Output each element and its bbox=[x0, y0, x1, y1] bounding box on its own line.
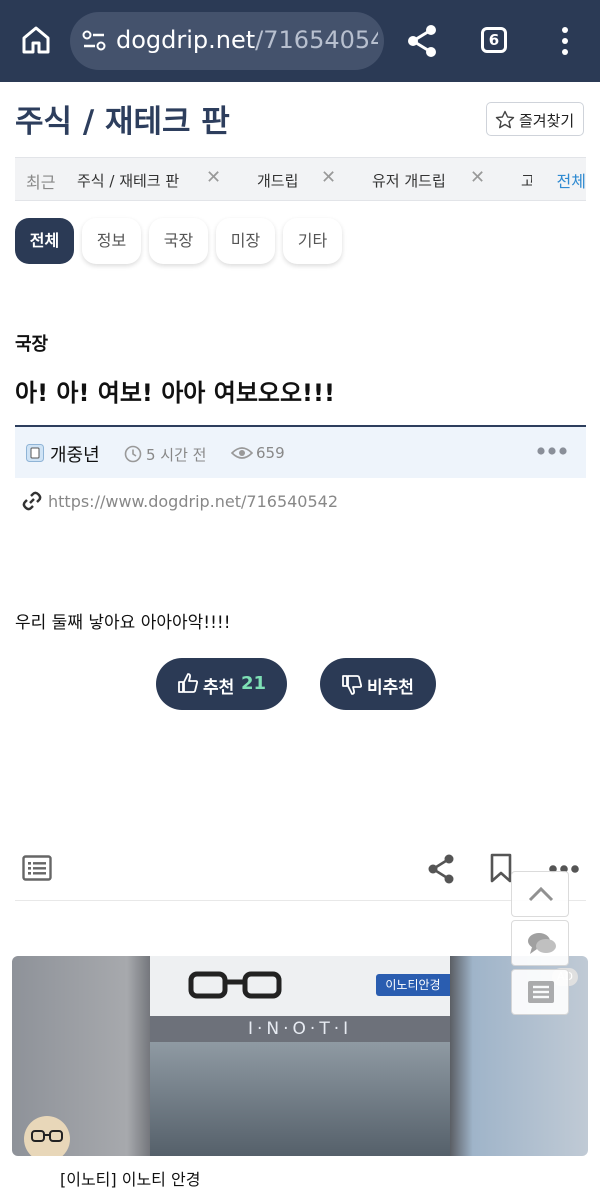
downvote-button[interactable]: 비추천 bbox=[320, 658, 436, 710]
upvote-count: 21 bbox=[241, 673, 267, 694]
close-icon[interactable]: ✕ bbox=[470, 167, 485, 188]
url-host: dogdrip.net bbox=[116, 26, 256, 54]
share-icon[interactable] bbox=[427, 854, 455, 884]
ad-caption[interactable]: [이노티] 이노티 안경 bbox=[60, 1166, 200, 1190]
link-icon bbox=[22, 491, 42, 511]
tune-icon[interactable] bbox=[82, 30, 106, 52]
close-icon[interactable]: ✕ bbox=[206, 167, 221, 188]
thumbs-up-icon bbox=[178, 673, 198, 693]
eye-icon bbox=[231, 447, 253, 459]
list-button[interactable] bbox=[511, 969, 569, 1015]
clock-icon bbox=[124, 445, 142, 463]
comments-button[interactable] bbox=[511, 920, 569, 966]
post-category[interactable]: 국장 bbox=[15, 330, 48, 356]
view-count: 659 bbox=[256, 444, 285, 462]
permalink-url[interactable]: https://www.dogdrip.net/716540542 bbox=[48, 492, 338, 511]
url-path: /71654054 bbox=[255, 26, 378, 54]
tab-info[interactable]: 정보 bbox=[82, 218, 141, 264]
share-icon[interactable] bbox=[406, 24, 438, 58]
recent-all-link[interactable]: 전체 bbox=[532, 168, 586, 192]
more-icon[interactable] bbox=[537, 445, 567, 457]
tab-etc[interactable]: 기타 bbox=[283, 218, 342, 264]
chevron-up-icon bbox=[528, 886, 554, 902]
tab-all[interactable]: 전체 bbox=[15, 218, 74, 264]
recent-item[interactable]: 개드립 bbox=[257, 170, 298, 191]
glasses-icon bbox=[31, 1130, 63, 1142]
recent-boards-bar: 최근 주식 / 재테크 판 ✕ 개드립 ✕ 유저 개드립 ✕ 고 전체 bbox=[15, 157, 586, 201]
post-meta: 개중년 5 시간 전 659 bbox=[15, 425, 586, 478]
star-icon bbox=[495, 110, 515, 129]
favorite-label: 즐겨찾기 bbox=[519, 112, 575, 130]
ad-brand: I·N·O·T·I bbox=[248, 1019, 353, 1039]
close-icon[interactable]: ✕ bbox=[321, 167, 336, 188]
tabs-icon[interactable]: 6 bbox=[481, 27, 507, 53]
upvote-label: 추천 bbox=[203, 678, 235, 698]
post-time: 5 시간 전 bbox=[146, 446, 207, 464]
bookmark-icon[interactable] bbox=[490, 853, 512, 883]
url-text[interactable]: dogdrip.net/71654054 bbox=[116, 26, 378, 54]
downvote-label: 비추천 bbox=[367, 678, 414, 698]
browser-toolbar: dogdrip.net/71654054 6 bbox=[0, 0, 600, 82]
tab-us[interactable]: 미장 bbox=[216, 218, 275, 264]
comments-icon bbox=[528, 933, 556, 954]
post-body: 우리 둘째 낳아요 아아아악!!!! bbox=[15, 613, 231, 633]
scroll-top-button[interactable] bbox=[511, 871, 569, 917]
post-actions-bar bbox=[15, 850, 586, 901]
home-icon[interactable] bbox=[20, 24, 52, 56]
ad-image: 이노티안경 I·N·O·T·I bbox=[150, 956, 450, 1156]
ad-banner[interactable]: 이노티안경 I·N·O·T·I bbox=[12, 956, 588, 1156]
avatar[interactable] bbox=[26, 444, 44, 462]
ad-sign: 이노티안경 bbox=[150, 956, 450, 1016]
glasses-logo-icon bbox=[188, 971, 282, 999]
address-bar[interactable]: dogdrip.net/71654054 bbox=[70, 12, 384, 70]
recent-item[interactable]: 유저 개드립 bbox=[372, 170, 446, 191]
ad-sign-text: 이노티안경 bbox=[376, 974, 450, 996]
menu-icon[interactable] bbox=[555, 26, 575, 56]
thumbs-down-icon bbox=[342, 675, 362, 695]
post-title: 아! 아! 여보! 아아 여보오오!!! bbox=[15, 379, 335, 407]
list-icon[interactable] bbox=[22, 855, 52, 881]
list-icon bbox=[528, 981, 554, 1003]
tab-domestic[interactable]: 국장 bbox=[149, 218, 208, 264]
favorite-button[interactable]: 즐겨찾기 bbox=[486, 102, 584, 136]
ad-logo bbox=[24, 1116, 70, 1156]
recent-item[interactable]: 주식 / 재테크 판 bbox=[77, 170, 179, 191]
author-name[interactable]: 개중년 bbox=[50, 441, 100, 467]
ad-storefront bbox=[150, 1042, 450, 1156]
recent-label: 최근 bbox=[26, 173, 56, 192]
board-title[interactable]: 주식 / 재테크 판 bbox=[15, 96, 230, 141]
upvote-button[interactable]: 추천 21 bbox=[156, 658, 287, 710]
